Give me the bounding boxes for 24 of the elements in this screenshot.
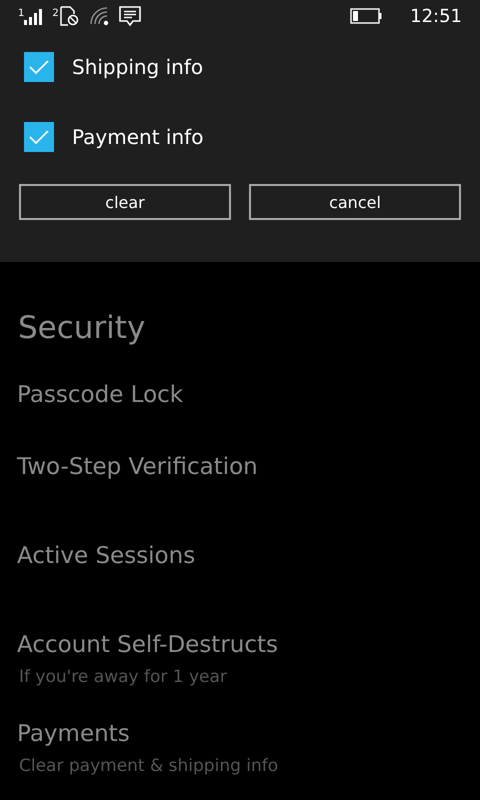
- settings-item-title[interactable]: Two-Step Verification: [17, 450, 258, 484]
- checkbox-label[interactable]: Shipping info: [72, 55, 204, 79]
- battery-icon: [350, 8, 382, 24]
- clock-time: 12:51: [410, 6, 462, 26]
- clear-button[interactable]: clear: [19, 184, 231, 220]
- section-title: Security: [18, 309, 146, 348]
- settings-item-title[interactable]: Active Sessions: [17, 539, 196, 573]
- checkmark-icon: [28, 58, 50, 76]
- sim-number: 1: [18, 8, 24, 19]
- sim-number: 2: [52, 8, 59, 19]
- checkbox-label[interactable]: Payment info: [72, 125, 204, 149]
- checkbox[interactable]: [24, 122, 54, 152]
- settings-item-title[interactable]: Passcode Lock: [17, 378, 184, 412]
- cancel-button[interactable]: cancel: [249, 184, 461, 220]
- settings-item-title[interactable]: Account Self-Destructs: [17, 628, 278, 662]
- message-icon: [118, 5, 141, 27]
- wifi-icon: [88, 6, 111, 26]
- settings-item-subtitle: Clear payment & shipping info: [19, 755, 278, 778]
- settings-item-title[interactable]: Payments: [17, 717, 130, 751]
- no-sim-icon: [58, 5, 79, 27]
- settings-item-subtitle: If you're away for 1 year: [19, 666, 227, 689]
- checkmark-icon: [28, 128, 50, 146]
- signal-icon: [24, 7, 44, 25]
- checkbox[interactable]: [24, 52, 54, 82]
